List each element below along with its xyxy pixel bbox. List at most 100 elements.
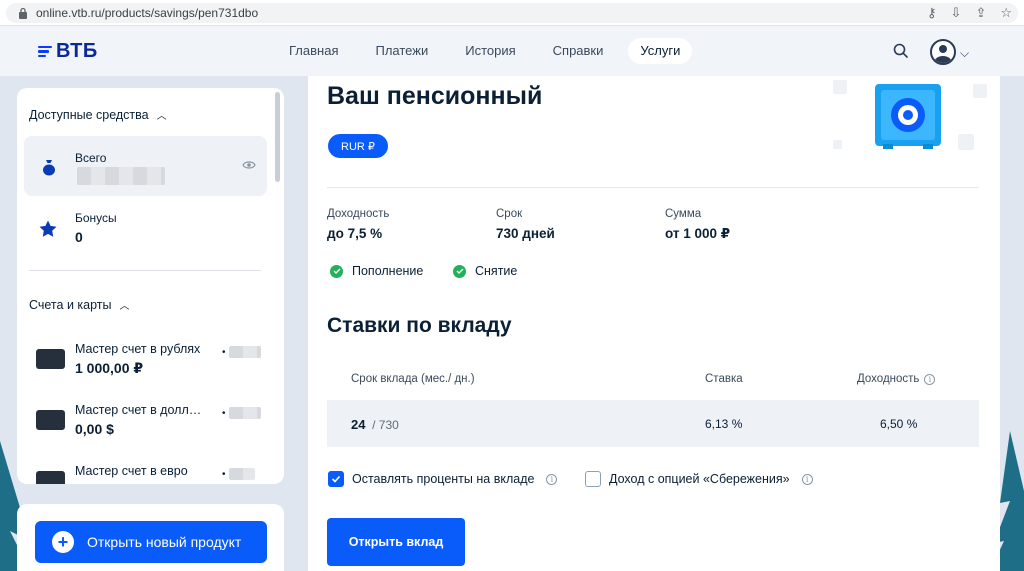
divider xyxy=(29,270,261,271)
col-header-term: Срок вклада (мес./ дн.) xyxy=(351,373,475,385)
chevron-down-icon[interactable]: ⌵ xyxy=(960,46,969,61)
table-row[interactable]: 24 / 730 6,13 % 6,50 % xyxy=(327,400,979,447)
card-icon xyxy=(36,471,65,484)
chevron-up-icon: ︿ xyxy=(119,301,130,312)
option-label: Доход с опцией «Сбережения» xyxy=(609,472,790,486)
term-months: 24 xyxy=(351,417,366,432)
col-header-yield: Доходность i xyxy=(857,373,936,385)
nav-statements[interactable]: Справки xyxy=(541,38,616,64)
account-name: Мастер счет в евро xyxy=(75,464,188,478)
option-savings-income[interactable]: Доход с опцией «Сбережения» i xyxy=(585,471,813,487)
divider xyxy=(327,187,979,188)
masked-account-number: • xyxy=(222,468,255,480)
nav-history[interactable]: История xyxy=(453,38,527,64)
star-bookmark-icon[interactable]: ☆ xyxy=(1000,5,1012,21)
stat-value: до 7,5 % xyxy=(327,226,383,241)
bonus-row[interactable]: Бонусы 0 xyxy=(24,208,267,258)
currency-badge[interactable]: RUR ₽ xyxy=(328,134,388,158)
star-icon xyxy=(39,220,57,237)
stat-label: Сумма xyxy=(665,208,702,220)
option-keep-interest[interactable]: Оставлять проценты на вкладе i xyxy=(328,471,558,487)
total-balance-row[interactable]: Всего xyxy=(24,136,267,196)
sidebar-card: Доступные средства ︿ Всего Бонусы 0 Счет… xyxy=(17,88,284,484)
col-header-text: Доходность xyxy=(857,373,920,385)
account-name: Мастер счет в рублях xyxy=(75,342,201,356)
install-icon[interactable]: ⇩ xyxy=(951,5,962,21)
bonus-value: 0 xyxy=(75,229,83,245)
feature-label: Снятие xyxy=(475,264,518,278)
cell-rate: 6,13 % xyxy=(705,417,743,431)
available-funds-header[interactable]: Доступные средства ︿ xyxy=(29,107,167,123)
checkbox-checked[interactable] xyxy=(328,471,344,487)
masked-account-number: • xyxy=(222,346,261,358)
term-days: / 730 xyxy=(372,418,399,432)
open-product-card: + Открыть новый продукт xyxy=(17,504,284,571)
account-row[interactable]: Мастер счет в долларах 0,00 $ • xyxy=(24,399,267,449)
accounts-header[interactable]: Счета и карты ︿ xyxy=(29,297,130,313)
avatar[interactable] xyxy=(930,39,956,65)
stat-yield: Доходность до 7,5 % xyxy=(327,208,389,241)
sidebar-scrollbar[interactable] xyxy=(275,92,280,182)
open-new-product-label: Открыть новый продукт xyxy=(87,534,242,550)
eye-icon[interactable] xyxy=(242,160,256,170)
page-title: Ваш пенсионный xyxy=(327,82,543,110)
user-icon xyxy=(934,45,952,63)
total-label: Всего xyxy=(75,151,107,165)
vtb-logo[interactable]: ВТБ xyxy=(38,40,98,63)
stat-label: Доходность xyxy=(327,208,390,220)
cell-yield: 6,50 % xyxy=(880,417,918,431)
open-deposit-button[interactable]: Открыть вклад xyxy=(327,518,465,566)
lock-icon xyxy=(19,7,27,19)
account-balance: 1 000,00 ₽ xyxy=(75,360,144,376)
available-funds-title: Доступные средства xyxy=(29,107,149,122)
col-header-text: Срок вклада (мес./ дн.) xyxy=(351,373,475,385)
stat-value: 730 дней xyxy=(496,226,555,241)
account-row[interactable]: Мастер счет в рублях 1 000,00 ₽ • xyxy=(24,338,267,388)
nav-services[interactable]: Услуги xyxy=(628,38,693,64)
info-icon[interactable]: i xyxy=(546,473,558,485)
safe-illustration-icon xyxy=(833,80,987,150)
stat-label: Срок xyxy=(496,208,523,220)
card-icon xyxy=(36,349,65,369)
stat-term: Срок 730 дней xyxy=(496,208,555,241)
top-header: ВТБ Главная Платежи История Справки Услу… xyxy=(0,26,1024,76)
open-new-product-button[interactable]: + Открыть новый продукт xyxy=(35,521,267,563)
option-label: Оставлять проценты на вкладе xyxy=(352,472,535,486)
checkbox-unchecked[interactable] xyxy=(585,471,601,487)
chevron-up-icon: ︿ xyxy=(156,111,167,122)
bonus-label: Бонусы xyxy=(75,211,117,225)
account-row[interactable]: Мастер счет в евро • xyxy=(24,460,267,484)
masked-account-number: • xyxy=(222,407,261,419)
info-icon[interactable]: i xyxy=(801,473,813,485)
key-icon[interactable]: ⚷ xyxy=(927,5,937,21)
card-icon xyxy=(36,410,65,430)
account-name: Мастер счет в долларах xyxy=(75,403,207,417)
plus-icon: + xyxy=(52,531,74,553)
check-circle-icon xyxy=(330,264,343,278)
col-header-rate: Ставка xyxy=(705,373,743,385)
feature-withdraw: Снятие xyxy=(453,264,517,278)
accounts-title: Счета и карты xyxy=(29,297,112,312)
stat-value: от 1 000 ₽ xyxy=(665,226,731,241)
money-bag-icon xyxy=(43,160,55,176)
cell-term: 24 / 730 xyxy=(351,417,399,432)
stat-amount: Сумма от 1 000 ₽ xyxy=(665,208,730,242)
browser-toolbar: online.vtb.ru/products/savings/pen731dbo… xyxy=(0,0,1024,26)
product-card: Ваш пенсионный RUR ₽ Доходность до 7,5 %… xyxy=(308,76,1000,571)
col-header-text: Ставка xyxy=(705,373,743,385)
share-icon[interactable]: ⇪ xyxy=(975,5,986,21)
main-nav: Главная Платежи История Справки Услуги xyxy=(277,38,705,64)
feature-label: Пополнение xyxy=(352,264,424,278)
check-circle-icon xyxy=(453,264,466,278)
logo-mark-icon xyxy=(38,45,52,58)
account-balance: 0,00 $ xyxy=(75,421,114,437)
logo-text: ВТБ xyxy=(56,40,98,62)
search-icon[interactable] xyxy=(892,42,910,60)
url-text: online.vtb.ru/products/savings/pen731dbo xyxy=(36,6,259,20)
nav-home[interactable]: Главная xyxy=(277,38,350,64)
feature-topup: Пополнение xyxy=(330,264,423,278)
nav-payments[interactable]: Платежи xyxy=(363,38,440,64)
address-bar[interactable]: online.vtb.ru/products/savings/pen731dbo xyxy=(6,3,1018,23)
rates-heading: Ставки по вкладу xyxy=(327,314,512,337)
info-icon[interactable]: i xyxy=(924,373,936,385)
